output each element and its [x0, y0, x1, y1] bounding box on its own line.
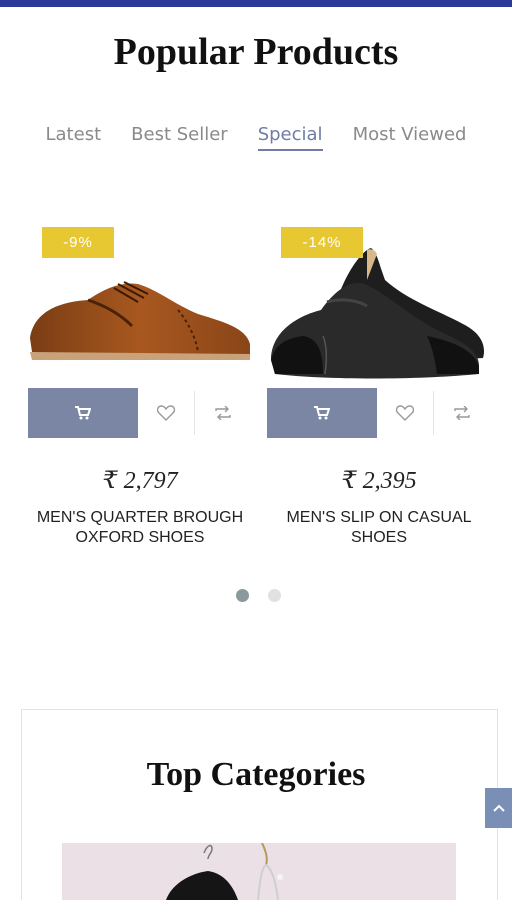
- heart-icon: [157, 405, 175, 421]
- popular-products-title: Popular Products: [113, 31, 399, 73]
- carousel-dot-1[interactable]: [236, 589, 249, 602]
- compare-button[interactable]: [434, 388, 490, 438]
- brown-brogue-oxford-shoe-image: [30, 281, 250, 360]
- scroll-to-top-button[interactable]: [485, 788, 512, 828]
- product-card[interactable]: -9% ₹ 2,797 MEN'S QUARTER BROUGH OXFORD …: [28, 222, 252, 546]
- discount-badge: -14%: [281, 227, 363, 258]
- wishlist-button[interactable]: [138, 388, 194, 438]
- product-price: ₹ 2,395: [341, 468, 417, 494]
- cart-icon: [314, 406, 330, 420]
- product-name[interactable]: MEN'S QUARTER BROUGH OXFORD SHOES: [22, 508, 258, 548]
- top-accent-bar: [0, 0, 512, 7]
- product-actions: [28, 388, 252, 438]
- cart-icon: [75, 406, 91, 420]
- tab-best-seller[interactable]: Best Seller: [131, 124, 228, 151]
- wishlist-button[interactable]: [377, 388, 433, 438]
- chevron-up-icon: [492, 804, 505, 812]
- product-name[interactable]: MEN'S SLIP ON CASUAL SHOES: [261, 508, 497, 548]
- discount-badge: -9%: [42, 227, 114, 258]
- heart-icon: [396, 405, 414, 421]
- tab-special[interactable]: Special: [257, 124, 323, 151]
- product-price: ₹ 2,797: [102, 468, 178, 494]
- carousel-dot-2[interactable]: [268, 589, 281, 602]
- compare-button[interactable]: [195, 388, 251, 438]
- tab-latest[interactable]: Latest: [46, 124, 102, 151]
- add-to-cart-button[interactable]: [28, 388, 138, 438]
- tab-most-viewed[interactable]: Most Viewed: [353, 124, 467, 151]
- compare-icon: [215, 406, 231, 420]
- top-categories-title: Top Categories: [146, 756, 366, 793]
- compare-icon: [454, 406, 470, 420]
- product-image[interactable]: -14%: [267, 222, 491, 382]
- category-image[interactable]: [62, 843, 456, 900]
- add-to-cart-button[interactable]: [267, 388, 377, 438]
- product-tabs: Latest Best Seller Special Most Viewed: [0, 124, 512, 151]
- product-image[interactable]: -9%: [28, 222, 252, 382]
- product-actions: [267, 388, 491, 438]
- clothing-hanger-image: [166, 843, 283, 900]
- product-card[interactable]: -14% ₹ 2,395 MEN'S SLIP ON CASUAL SHOES: [267, 222, 491, 546]
- carousel-pagination: [236, 589, 281, 602]
- black-suede-slip-on-shoes-image: [271, 248, 485, 379]
